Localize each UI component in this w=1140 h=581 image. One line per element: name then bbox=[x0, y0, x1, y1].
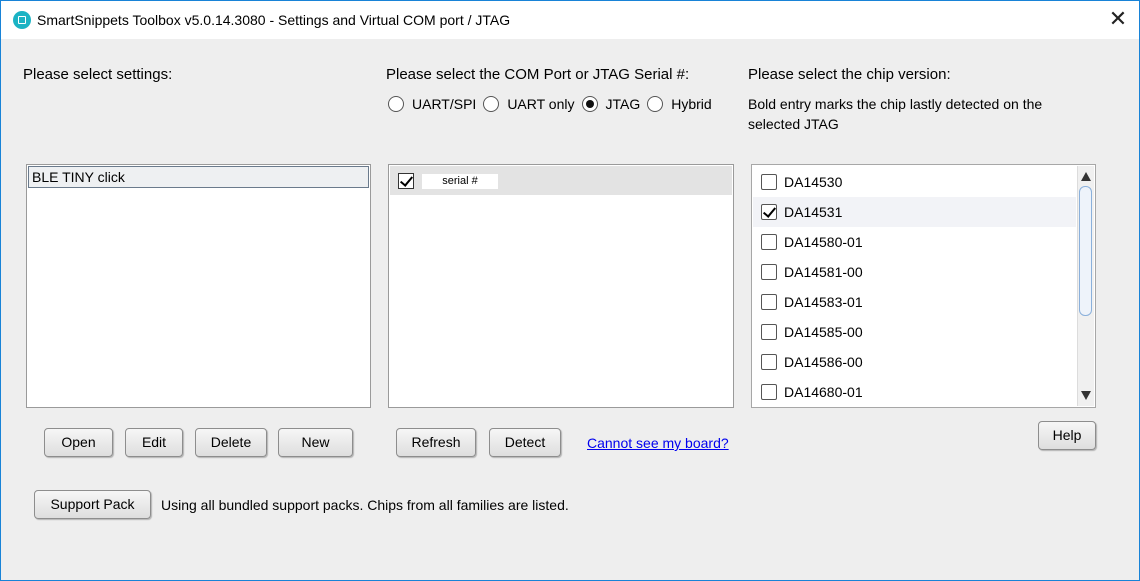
jtag-serial-list[interactable]: serial # bbox=[388, 164, 734, 408]
smartsnippets-app-icon bbox=[13, 11, 31, 29]
help-button[interactable]: Help bbox=[1038, 421, 1096, 450]
chip-label: DA14580-01 bbox=[784, 234, 863, 250]
radio-button-icon bbox=[647, 96, 664, 112]
refresh-button[interactable]: Refresh bbox=[396, 428, 476, 457]
settings-list[interactable]: BLE TINY click bbox=[26, 164, 371, 408]
edit-button[interactable]: Edit bbox=[125, 428, 183, 457]
chip-list[interactable]: DA14530 DA14531 DA14580-01 DA14581-00 DA… bbox=[751, 164, 1096, 408]
radio-hybrid[interactable]: Hybrid bbox=[647, 96, 712, 112]
window-title: SmartSnippets Toolbox v5.0.14.3080 - Set… bbox=[37, 12, 511, 28]
chip-heading: Please select the chip version: bbox=[748, 66, 951, 83]
cannot-see-board-link[interactable]: Cannot see my board? bbox=[587, 435, 729, 451]
radio-button-icon bbox=[388, 96, 404, 112]
chip-item-da14580-01[interactable]: DA14580-01 bbox=[753, 227, 1076, 257]
open-button[interactable]: Open bbox=[44, 428, 113, 457]
chip-item-da14583-01[interactable]: DA14583-01 bbox=[753, 287, 1076, 317]
serial-number-field[interactable]: serial # bbox=[422, 174, 498, 189]
support-pack-status: Using all bundled support packs. Chips f… bbox=[161, 497, 569, 513]
chip-checkbox[interactable] bbox=[761, 384, 777, 400]
chip-checkbox[interactable] bbox=[761, 324, 777, 340]
port-heading: Please select the COM Port or JTAG Seria… bbox=[386, 66, 690, 83]
radio-button-icon bbox=[483, 96, 500, 112]
chip-label: DA14581-00 bbox=[784, 264, 863, 280]
radio-label: JTAG bbox=[605, 96, 641, 112]
support-pack-button[interactable]: Support Pack bbox=[34, 490, 151, 519]
scrollbar-thumb[interactable] bbox=[1079, 186, 1092, 316]
chip-label: DA14583-01 bbox=[784, 294, 863, 310]
chip-checkbox[interactable] bbox=[761, 354, 777, 370]
settings-heading: Please select settings: bbox=[23, 66, 173, 83]
chip-item-da14530[interactable]: DA14530 bbox=[753, 167, 1076, 197]
chip-item-da14531[interactable]: DA14531 bbox=[753, 197, 1076, 227]
chip-note: Bold entry marks the chip lastly detecte… bbox=[748, 96, 1043, 132]
chip-checkbox[interactable] bbox=[761, 234, 777, 250]
scroll-down-arrow-icon[interactable] bbox=[1081, 391, 1091, 400]
radio-uart-spi[interactable]: UART/SPI bbox=[388, 96, 476, 112]
radio-label: Hybrid bbox=[671, 96, 712, 112]
settings-list-item[interactable]: BLE TINY click bbox=[28, 166, 369, 188]
close-icon[interactable]: ✕ bbox=[1101, 6, 1135, 34]
chip-item-da14586-00[interactable]: DA14586-00 bbox=[753, 347, 1076, 377]
chip-label: DA14586-00 bbox=[784, 354, 863, 370]
jtag-serial-row[interactable]: serial # bbox=[390, 166, 732, 195]
chip-item-da14680-01[interactable]: DA14680-01 bbox=[753, 377, 1076, 407]
chip-label: DA14531 bbox=[784, 204, 843, 220]
delete-button[interactable]: Delete bbox=[195, 428, 267, 457]
chip-checkbox[interactable] bbox=[761, 174, 777, 190]
chip-label: DA14530 bbox=[784, 174, 843, 190]
chip-label: DA14585-00 bbox=[784, 324, 863, 340]
radio-label: UART only bbox=[507, 96, 575, 112]
chip-checkbox[interactable] bbox=[761, 264, 777, 280]
port-mode-radio-group: UART/SPI UART only JTAG Hybrid bbox=[388, 93, 719, 115]
new-button[interactable]: New bbox=[278, 428, 353, 457]
jtag-serial-checkbox[interactable] bbox=[398, 173, 414, 189]
chip-checkbox[interactable] bbox=[761, 294, 777, 310]
detect-button[interactable]: Detect bbox=[489, 428, 561, 457]
chip-label: DA14680-01 bbox=[784, 384, 863, 400]
radio-button-selected-icon bbox=[581, 96, 598, 112]
radio-jtag[interactable]: JTAG bbox=[581, 96, 641, 112]
chip-list-scrollbar[interactable] bbox=[1077, 166, 1094, 406]
scroll-up-arrow-icon[interactable] bbox=[1081, 172, 1091, 181]
chip-item-da14581-00[interactable]: DA14581-00 bbox=[753, 257, 1076, 287]
chip-checkbox[interactable] bbox=[761, 204, 777, 220]
title-bar: SmartSnippets Toolbox v5.0.14.3080 - Set… bbox=[1, 1, 1139, 39]
radio-uart-only[interactable]: UART only bbox=[483, 96, 575, 112]
chip-item-da14585-00[interactable]: DA14585-00 bbox=[753, 317, 1076, 347]
radio-label: UART/SPI bbox=[412, 96, 477, 112]
